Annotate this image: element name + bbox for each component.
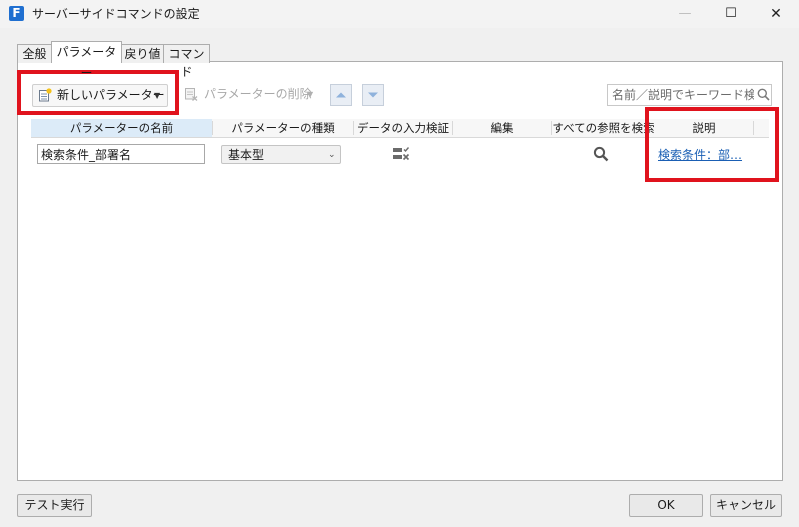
dropdown-caret-icon: ▼ <box>307 90 314 99</box>
highlight-description <box>645 107 779 182</box>
parameter-type-select[interactable]: 基本型 ⌄ <box>221 145 341 164</box>
cancel-button[interactable]: キャンセル <box>710 494 782 517</box>
move-down-button[interactable] <box>362 84 384 106</box>
window-title: サーバーサイドコマンドの設定 <box>32 7 200 21</box>
column-header-type[interactable]: パラメーターの種類 <box>213 119 353 137</box>
column-header-find-references[interactable]: すべての参照を検索 <box>552 119 655 137</box>
minimize-button[interactable]: — <box>662 0 708 28</box>
highlight-new-parameter <box>17 70 179 115</box>
arrow-down-icon <box>368 92 378 98</box>
delete-parameter-label: パラメーターの削除 <box>204 87 312 101</box>
move-up-button[interactable] <box>330 84 352 106</box>
parameter-name-input[interactable] <box>41 146 199 162</box>
tab-parameters[interactable]: パラメーター <box>51 41 122 80</box>
close-button[interactable]: ✕ <box>753 0 799 28</box>
parameter-type-value: 基本型 <box>228 148 265 162</box>
tab-return-value[interactable]: 戻り値 <box>121 44 164 63</box>
tab-command[interactable]: コマンド <box>163 44 210 79</box>
search-icon[interactable] <box>757 88 770 101</box>
test-run-button[interactable]: テスト実行 <box>17 494 92 517</box>
validation-settings-icon[interactable] <box>392 146 410 162</box>
delete-document-icon <box>185 88 198 101</box>
column-header-validation[interactable]: データの入力検証 <box>354 119 452 137</box>
column-header-name[interactable]: パラメーターの名前 <box>31 119 212 137</box>
arrow-up-icon <box>336 92 346 98</box>
column-header-edit[interactable]: 編集 <box>453 119 551 137</box>
chevron-down-icon: ⌄ <box>328 150 336 160</box>
delete-parameter-button[interactable]: パラメーターの削除 ▼ <box>180 84 320 105</box>
maximize-button[interactable]: ☐ <box>708 0 754 28</box>
keyword-search-box[interactable] <box>607 84 772 106</box>
tab-general[interactable]: 全般 <box>17 44 52 63</box>
find-references-icon[interactable] <box>593 146 609 162</box>
app-logo-icon: F <box>9 6 24 21</box>
ok-button[interactable]: OK <box>629 494 703 517</box>
keyword-search-input[interactable] <box>612 87 754 103</box>
parameter-name-field[interactable] <box>37 144 205 164</box>
